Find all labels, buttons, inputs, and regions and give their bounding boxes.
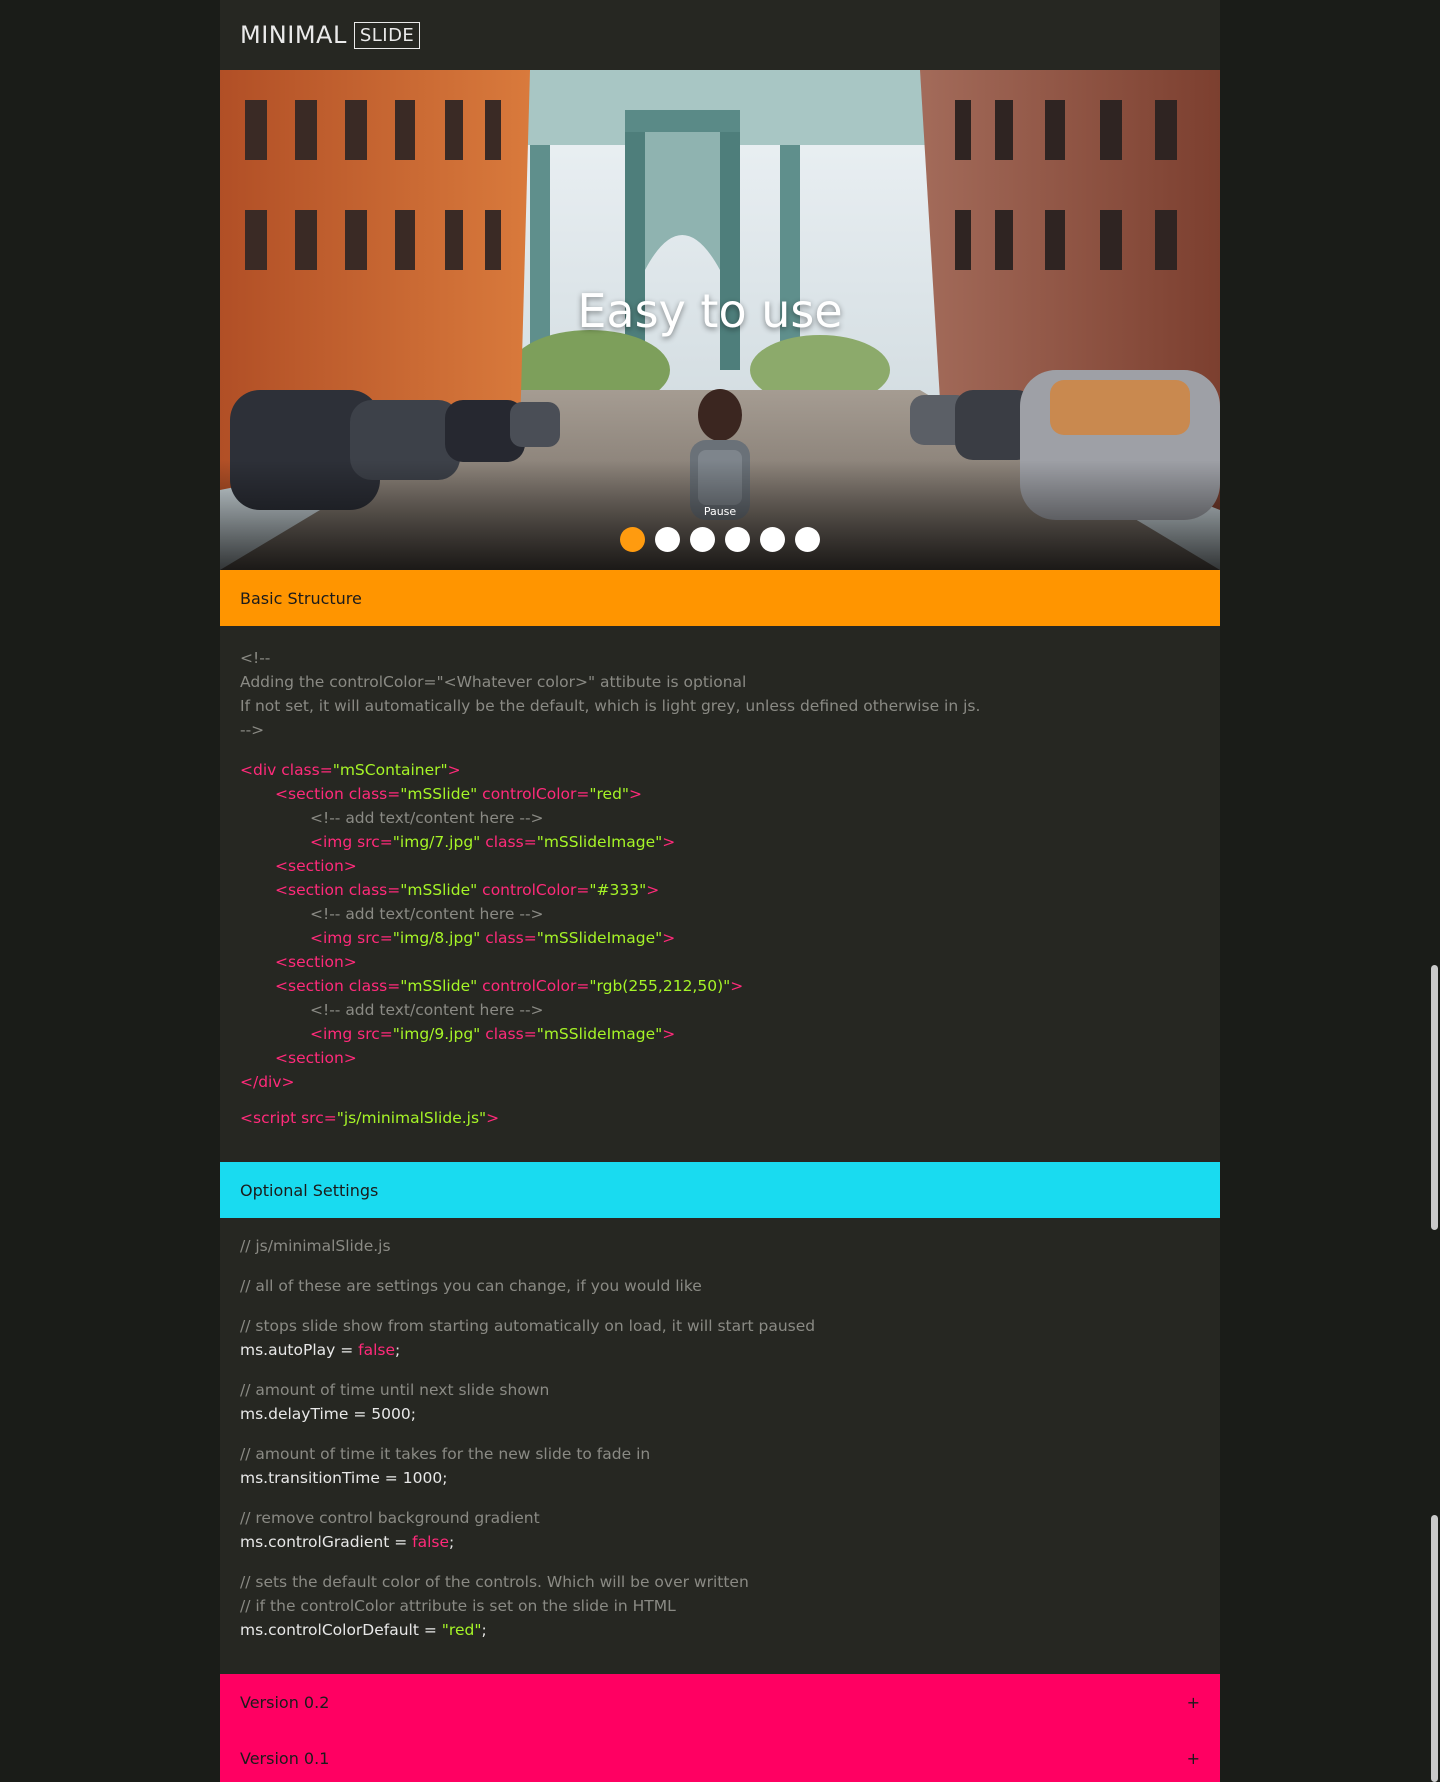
code-comment: <!-- add text/content here --> (310, 1001, 544, 1019)
code-comment: // amount of time it takes for the new s… (240, 1445, 651, 1463)
version-label: Version 0.2 (240, 1692, 330, 1712)
code-line-img: <img src="img/7.jpg" class="mSSlideImage… (310, 833, 676, 851)
code-comment: // js/minimalSlide.js (240, 1237, 391, 1255)
code-comment: // all of these are settings you can cha… (240, 1277, 702, 1295)
scrollbar-thumb[interactable] (1431, 965, 1438, 1230)
code-line-section-open: <section class="mSSlide" controlColor="#… (275, 881, 660, 899)
code-line-section-open: <section class="mSSlide" controlColor="r… (275, 977, 744, 995)
code-line-section-close: <section> (275, 857, 357, 875)
optional-settings-header[interactable]: Optional Settings (220, 1162, 1220, 1218)
code-line-div-open: <div class="mSContainer"> (240, 761, 461, 779)
expand-icon[interactable]: + (1187, 1749, 1200, 1768)
code-line-section-open: <section class="mSSlide" controlColor="r… (275, 785, 643, 803)
basic-structure-title: Basic Structure (240, 588, 362, 608)
code-comment: <!-- add text/content here --> (310, 905, 544, 923)
code-comment: // amount of time until next slide shown (240, 1381, 550, 1399)
slide-dot-1[interactable] (620, 527, 645, 552)
logo-boxed-text: SLIDE (353, 21, 421, 49)
slide-dot-3[interactable] (690, 527, 715, 552)
slide-title: Easy to use (577, 284, 843, 338)
optional-settings-title: Optional Settings (240, 1180, 379, 1200)
version-0-1-header[interactable]: Version 0.1 + (220, 1730, 1220, 1782)
code-comment: <!-- add text/content here --> (310, 809, 544, 827)
code-comment: If not set, it will automatically be the… (240, 697, 981, 715)
logo-text: MINIMAL (240, 21, 347, 49)
main-content: MINIMAL SLIDE Easy to use Basic Structur… (220, 0, 1220, 1782)
code-comment: // remove control background gradient (240, 1509, 540, 1527)
code-line-setting: ms.controlGradient = false; (240, 1533, 455, 1551)
code-line-script: <script src="js/minimalSlide.js"> (240, 1109, 500, 1127)
slide-dots (220, 527, 1220, 552)
expand-icon[interactable]: + (1187, 1693, 1200, 1712)
optional-settings-code: // js/minimalSlide.js // all of these ar… (220, 1218, 1220, 1674)
slide-dot-5[interactable] (760, 527, 785, 552)
code-line-setting: ms.delayTime = 5000; (240, 1405, 416, 1423)
code-line-img: <img src="img/8.jpg" class="mSSlideImage… (310, 929, 676, 947)
slide-dot-4[interactable] (725, 527, 750, 552)
pause-button[interactable]: Pause (220, 505, 1220, 518)
code-comment: // stops slide show from starting automa… (240, 1317, 816, 1335)
code-line-setting: ms.transitionTime = 1000; (240, 1469, 448, 1487)
optional-settings-section: Optional Settings // js/minimalSlide.js … (220, 1162, 1220, 1674)
page: MINIMAL SLIDE Easy to use Basic Structur… (0, 0, 1440, 1782)
basic-structure-header[interactable]: Basic Structure (220, 570, 1220, 626)
code-comment: <!-- (240, 649, 271, 667)
code-comment: // if the controlColor attribute is set … (240, 1597, 676, 1615)
slideshow[interactable]: Easy to use (220, 70, 1220, 570)
code-comment: Adding the controlColor="<Whatever color… (240, 673, 747, 691)
code-comment: // sets the default color of the control… (240, 1573, 749, 1591)
code-line-setting: ms.controlColorDefault = "red"; (240, 1621, 487, 1639)
version-label: Version 0.1 (240, 1748, 330, 1768)
basic-structure-section: Basic Structure <!-- Adding the controlC… (220, 570, 1220, 1162)
code-line-section-close: <section> (275, 953, 357, 971)
basic-structure-code: <!-- Adding the controlColor="<Whatever … (220, 626, 1220, 1162)
code-line-img: <img src="img/9.jpg" class="mSSlideImage… (310, 1025, 676, 1043)
logo[interactable]: MINIMAL SLIDE (240, 21, 421, 49)
code-comment: --> (240, 721, 265, 739)
code-line-div-close: </div> (240, 1073, 295, 1091)
version-0-2-header[interactable]: Version 0.2 + (220, 1674, 1220, 1730)
slide-dot-2[interactable] (655, 527, 680, 552)
code-line-setting: ms.autoPlay = false; (240, 1341, 401, 1359)
scrollbar-thumb-secondary[interactable] (1431, 1515, 1438, 1782)
scrollbar[interactable] (1428, 0, 1440, 1782)
code-line-section-close: <section> (275, 1049, 357, 1067)
site-header: MINIMAL SLIDE (220, 0, 1220, 70)
slide-dot-6[interactable] (795, 527, 820, 552)
